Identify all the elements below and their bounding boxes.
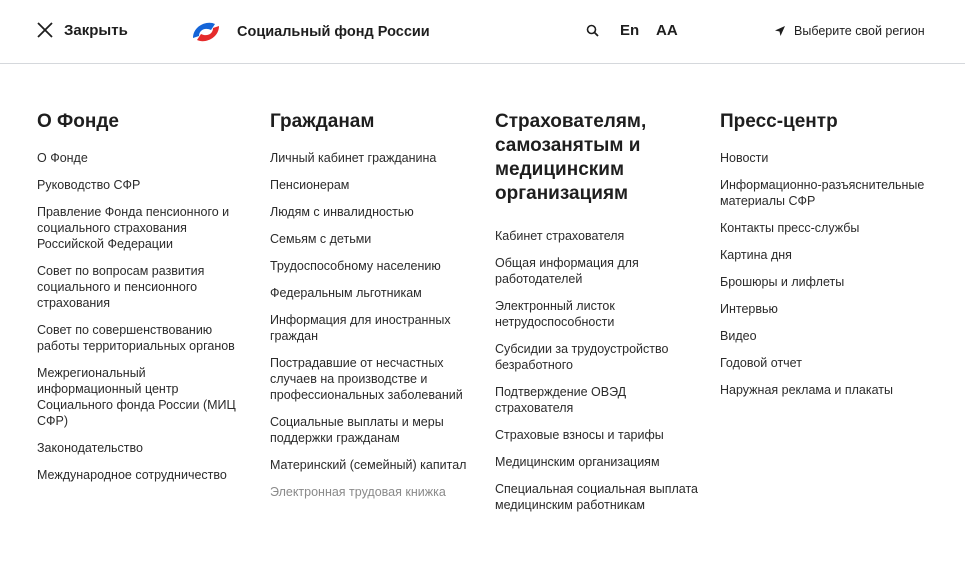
column-about-fund: О Фонде О Фонде Руководство СФР Правлени… xyxy=(37,110,242,494)
menu-item[interactable]: Брошюры и лифлеты xyxy=(720,274,925,290)
menu-item[interactable]: Страховые взносы и тарифы xyxy=(495,427,700,443)
menu-item[interactable]: Материнский (семейный) капитал xyxy=(270,457,475,473)
language-switch[interactable]: En xyxy=(620,22,639,39)
menu-item[interactable]: Информационно-разъяснительные материалы … xyxy=(720,177,925,209)
menu-item[interactable]: Подтверждение ОВЭД страхователя xyxy=(495,384,700,416)
menu-item[interactable]: Личный кабинет гражданина xyxy=(270,150,475,166)
menu-item[interactable]: Руководство СФР xyxy=(37,177,242,193)
menu-item[interactable]: Контакты пресс-службы xyxy=(720,220,925,236)
menu-item[interactable]: Семьям с детьми xyxy=(270,231,475,247)
menu-item[interactable]: Картина дня xyxy=(720,247,925,263)
menu-item[interactable]: Совет по совершенствованию работы террит… xyxy=(37,322,242,354)
close-icon xyxy=(37,22,53,38)
menu-item[interactable]: Годовой отчет xyxy=(720,355,925,371)
column-title: О Фонде xyxy=(37,111,119,132)
menu-list: Новости Информационно-разъяснительные ма… xyxy=(720,150,925,398)
menu-item[interactable]: Субсидии за трудоустройство безработного xyxy=(495,341,700,373)
menu-item[interactable]: Наружная реклама и плакаты xyxy=(720,382,925,398)
header: Закрыть Социальный фонд России En AA Выб… xyxy=(0,0,965,64)
region-label: Выберите свой регион xyxy=(794,24,925,38)
region-selector[interactable]: Выберите свой регион xyxy=(774,24,925,38)
menu-item[interactable]: Международное сотрудничество xyxy=(37,467,242,483)
column-title: Пресс-центр xyxy=(720,111,838,132)
menu-item[interactable]: Электронный листок нетрудоспособности xyxy=(495,298,700,330)
menu-item[interactable]: Электронная трудовая книжка xyxy=(270,484,475,500)
location-arrow-icon xyxy=(775,26,785,36)
menu-item[interactable]: Федеральным льготникам xyxy=(270,285,475,301)
menu-item[interactable]: Интервью xyxy=(720,301,925,317)
menu-list: Кабинет страхователя Общая информация дл… xyxy=(495,228,700,513)
brand-link[interactable]: Социальный фонд России xyxy=(189,18,430,46)
menu-item[interactable]: Законодательство xyxy=(37,440,242,456)
menu-item[interactable]: Социальные выплаты и меры поддержки граж… xyxy=(270,414,475,446)
menu-item[interactable]: Медицинским организациям xyxy=(495,454,700,470)
menu-item[interactable]: Пострадавшие от несчастных случаев на пр… xyxy=(270,355,475,403)
column-insurers: Страхователям, самозанятым и медицинским… xyxy=(495,110,700,524)
menu-item[interactable]: Пенсионерам xyxy=(270,177,475,193)
menu-list: О Фонде Руководство СФР Правление Фонда … xyxy=(37,150,242,483)
column-citizens: Гражданам Личный кабинет гражданина Пенс… xyxy=(270,110,475,511)
logo-icon xyxy=(193,22,219,42)
menu-item[interactable]: Трудоспособному населению xyxy=(270,258,475,274)
menu-item[interactable]: Межрегиональный информационный центр Соц… xyxy=(37,365,242,429)
menu-list: Личный кабинет гражданина Пенсионерам Лю… xyxy=(270,150,475,500)
menu-item[interactable]: Видео xyxy=(720,328,925,344)
menu-item[interactable]: Специальная социальная выплата медицинск… xyxy=(495,481,700,513)
menu-item[interactable]: Новости xyxy=(720,150,925,166)
menu-item[interactable]: Общая информация для работодателей xyxy=(495,255,700,287)
menu-item[interactable]: О Фонде xyxy=(37,150,242,166)
column-title: Страхователям, самозанятым и медицинским… xyxy=(495,111,647,204)
brand-name: Социальный фонд России xyxy=(237,24,430,40)
column-press-center: Пресс-центр Новости Информационно-разъяс… xyxy=(720,110,925,409)
column-title: Гражданам xyxy=(270,111,375,132)
menu-item[interactable]: Кабинет страхователя xyxy=(495,228,700,244)
search-icon xyxy=(586,24,599,37)
menu-item[interactable]: Людям с инвалидностью xyxy=(270,204,475,220)
menu-item[interactable]: Совет по вопросам развития социального и… xyxy=(37,263,242,311)
accessibility-button[interactable]: AA xyxy=(656,22,678,39)
search-button[interactable] xyxy=(586,24,599,42)
menu-item[interactable]: Информация для иностранных граждан xyxy=(270,312,475,344)
close-button[interactable]: Закрыть xyxy=(36,21,128,39)
menu-item[interactable]: Правление Фонда пенсионного и социальног… xyxy=(37,204,242,252)
close-label: Закрыть xyxy=(64,21,128,39)
